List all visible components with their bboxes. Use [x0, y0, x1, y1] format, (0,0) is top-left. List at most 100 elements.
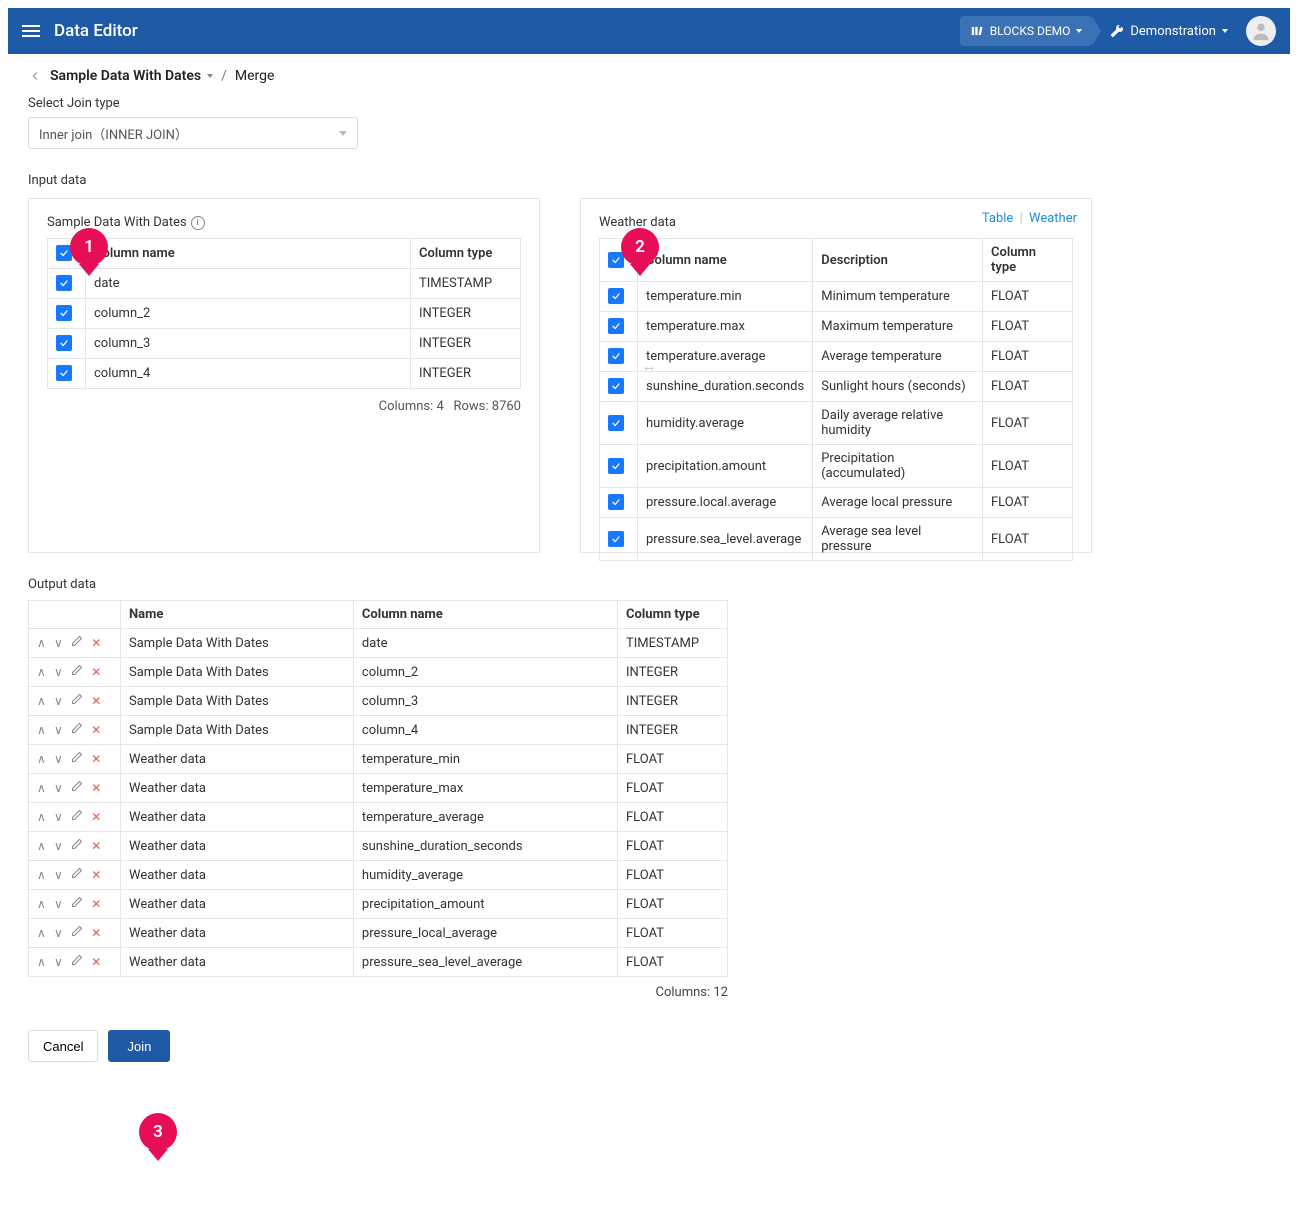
move-up-icon[interactable]: ∧	[37, 926, 46, 940]
out-type: FLOAT	[618, 774, 728, 803]
edit-icon[interactable]	[71, 693, 83, 708]
edit-icon[interactable]	[71, 751, 83, 766]
col-desc: Average temperature	[813, 342, 983, 372]
edit-icon[interactable]	[71, 896, 83, 911]
out-src: Sample Data With Dates	[121, 687, 354, 716]
panel2-link-table[interactable]: Table	[982, 211, 1013, 226]
delete-icon[interactable]: ✕	[91, 665, 101, 679]
move-down-icon[interactable]: ∨	[54, 810, 63, 824]
table-row: column_2INTEGER	[48, 299, 521, 329]
back-chevron-icon[interactable]	[28, 69, 42, 83]
delete-icon[interactable]: ✕	[91, 897, 101, 911]
row-checkbox[interactable]	[608, 494, 624, 510]
delete-icon[interactable]: ✕	[91, 955, 101, 969]
delete-icon[interactable]: ✕	[91, 723, 101, 737]
output-row: ∧ ∨ ✕ Weather data pressure_local_averag…	[29, 919, 728, 948]
user-avatar[interactable]	[1246, 16, 1276, 46]
out-src: Weather data	[121, 948, 354, 977]
row-checkbox[interactable]	[608, 458, 624, 474]
edit-icon[interactable]	[71, 838, 83, 853]
out-type: FLOAT	[618, 890, 728, 919]
breadcrumb-root[interactable]: Sample Data With Dates	[50, 68, 213, 84]
row-checkbox[interactable]	[608, 288, 624, 304]
move-down-icon[interactable]: ∨	[54, 752, 63, 766]
panel2-link-weather[interactable]: Weather	[1029, 211, 1077, 226]
join-type-value: Inner join（INNER JOIN）	[39, 124, 188, 143]
edit-icon[interactable]	[71, 809, 83, 824]
move-down-icon[interactable]: ∨	[54, 694, 63, 708]
move-up-icon[interactable]: ∧	[37, 665, 46, 679]
row-checkbox[interactable]	[608, 348, 624, 364]
row-checkbox[interactable]	[608, 378, 624, 394]
out-col: temperature_min	[353, 745, 617, 774]
row-checkbox[interactable]	[608, 415, 624, 431]
row-checkbox[interactable]	[608, 318, 624, 334]
out-type: INTEGER	[618, 716, 728, 745]
move-down-icon[interactable]: ∨	[54, 781, 63, 795]
row-checkbox[interactable]	[56, 335, 72, 351]
move-down-icon[interactable]: ∨	[54, 723, 63, 737]
panel1-header-type: Column type	[411, 239, 521, 269]
table-row: dateTIMESTAMP	[48, 269, 521, 299]
move-down-icon[interactable]: ∨	[54, 897, 63, 911]
edit-icon[interactable]	[71, 664, 83, 679]
panel1-header-name: Column name	[86, 239, 411, 269]
col-type: FLOAT	[983, 372, 1073, 402]
edit-icon[interactable]	[71, 722, 83, 737]
move-up-icon[interactable]: ∧	[37, 752, 46, 766]
row-checkbox[interactable]	[56, 275, 72, 291]
row-checkbox[interactable]	[56, 365, 72, 381]
col-name: temperature.min	[638, 282, 813, 312]
edit-icon[interactable]	[71, 954, 83, 969]
table-row: temperature.averageAverage temperatureFL…	[600, 342, 1073, 372]
delete-icon[interactable]: ✕	[91, 810, 101, 824]
edit-icon[interactable]	[71, 780, 83, 795]
col-desc: Minimum temperature	[813, 282, 983, 312]
join-button[interactable]: Join	[108, 1030, 170, 1062]
callout-badge-2: 2	[621, 228, 659, 276]
col-name: column_2	[86, 299, 411, 329]
hamburger-menu-icon[interactable]	[22, 25, 40, 37]
move-up-icon[interactable]: ∧	[37, 839, 46, 853]
demonstration-dropdown[interactable]: Demonstration	[1102, 24, 1236, 39]
move-down-icon[interactable]: ∨	[54, 868, 63, 882]
move-up-icon[interactable]: ∧	[37, 810, 46, 824]
move-down-icon[interactable]: ∨	[54, 636, 63, 650]
row-checkbox[interactable]	[56, 305, 72, 321]
move-up-icon[interactable]: ∧	[37, 868, 46, 882]
out-col: pressure_local_average	[353, 919, 617, 948]
panel1-table: Column name Column type dateTIMESTAMPcol…	[47, 238, 521, 389]
delete-icon[interactable]: ✕	[91, 926, 101, 940]
move-up-icon[interactable]: ∧	[37, 897, 46, 911]
move-down-icon[interactable]: ∨	[54, 665, 63, 679]
edit-icon[interactable]	[71, 925, 83, 940]
move-down-icon[interactable]: ∨	[54, 839, 63, 853]
move-up-icon[interactable]: ∧	[37, 694, 46, 708]
output-row: ∧ ∨ ✕ Sample Data With Dates column_2 IN…	[29, 658, 728, 687]
delete-icon[interactable]: ✕	[91, 781, 101, 795]
blocks-demo-pill[interactable]: BLOCKS DEMO	[960, 16, 1093, 46]
cancel-button[interactable]: Cancel	[28, 1030, 98, 1062]
join-type-select[interactable]: Inner join（INNER JOIN）	[28, 117, 358, 149]
move-down-icon[interactable]: ∨	[54, 926, 63, 940]
edit-icon[interactable]	[71, 635, 83, 650]
col-name: column_3	[86, 329, 411, 359]
move-down-icon[interactable]: ∨	[54, 955, 63, 969]
delete-icon[interactable]: ✕	[91, 636, 101, 650]
delete-icon[interactable]: ✕	[91, 868, 101, 882]
col-name: pressure.local.average	[638, 488, 813, 518]
delete-icon[interactable]: ✕	[91, 752, 101, 766]
row-checkbox[interactable]	[608, 531, 624, 547]
edit-icon[interactable]	[71, 867, 83, 882]
col-type: INTEGER	[411, 359, 521, 389]
move-up-icon[interactable]: ∧	[37, 723, 46, 737]
delete-icon[interactable]: ✕	[91, 694, 101, 708]
move-up-icon[interactable]: ∧	[37, 781, 46, 795]
panel2-links: Table | Weather	[982, 211, 1077, 226]
breadcrumb-root-label: Sample Data With Dates	[50, 68, 201, 84]
move-up-icon[interactable]: ∧	[37, 955, 46, 969]
move-up-icon[interactable]: ∧	[37, 636, 46, 650]
delete-icon[interactable]: ✕	[91, 839, 101, 853]
out-col: column_3	[353, 687, 617, 716]
info-icon[interactable]: i	[191, 216, 205, 230]
